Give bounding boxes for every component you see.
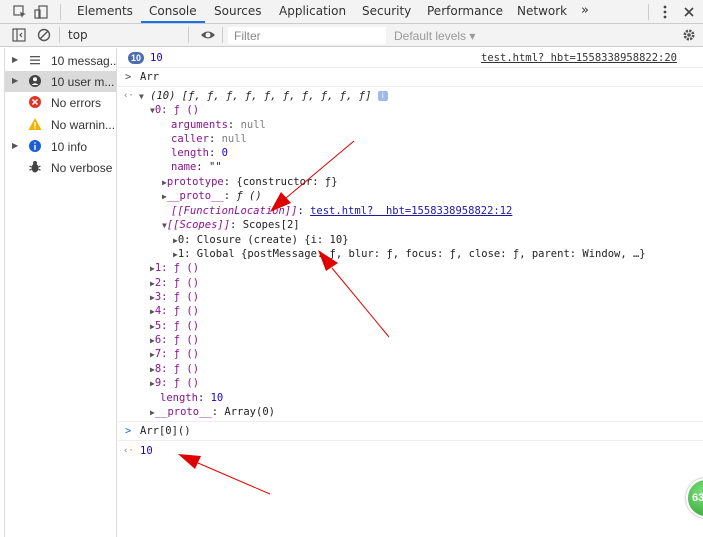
prop-function-location: [[FunctionLocation]]: test.html? hbt=155… <box>171 205 513 217</box>
sidebar-item-verbose[interactable]: No verbose <box>5 157 117 178</box>
function-location-link[interactable]: test.html? hbt=1558338958822:12 <box>310 205 512 217</box>
log-value: 10 <box>150 52 163 64</box>
prop-arguments: arguments: null <box>171 119 266 131</box>
scope-global[interactable]: ▶1: Global {postMessage: ƒ, blur: ƒ, foc… <box>173 247 646 261</box>
sidebar-item-label: No errors <box>51 96 102 110</box>
bug-icon <box>29 161 41 173</box>
prop-name: name: "" <box>171 161 222 173</box>
error-icon <box>29 96 41 108</box>
close-icon[interactable] <box>681 4 697 20</box>
console-output: 10 10 test.html? hbt=1558338958822:20 > … <box>118 48 703 537</box>
array-item-1[interactable]: ▶1: ƒ () <box>150 261 199 275</box>
more-tabs-button[interactable]: » <box>581 0 589 23</box>
prop-prototype[interactable]: ▶prototype: {constructor: ƒ} <box>162 175 338 189</box>
array-item-7[interactable]: ▶7: ƒ () <box>150 347 199 361</box>
prop-proto[interactable]: ▶__proto__: ƒ () <box>162 189 262 203</box>
result-arrow-icon: ‹· <box>123 446 134 456</box>
tab-sources[interactable]: Sources <box>214 0 261 23</box>
input-prompt-icon: > <box>125 425 132 437</box>
eye-icon[interactable] <box>200 27 216 43</box>
gear-icon[interactable] <box>681 27 697 43</box>
sidebar-item-label: 10 info <box>51 140 88 154</box>
info-badge-icon: i <box>377 91 388 101</box>
array-item-3[interactable]: ▶3: ƒ () <box>150 290 199 304</box>
repeat-count-badge: 10 <box>128 52 145 64</box>
tab-security[interactable]: Security <box>362 0 411 23</box>
console-toolbar: top Default levels ▾ <box>0 24 703 47</box>
sidebar-item-warnings[interactable]: No warnin... <box>5 114 117 135</box>
array-item-0[interactable]: ▼0: ƒ () <box>150 103 199 117</box>
result-value: 10 <box>140 445 153 457</box>
console-input: Arr <box>140 71 159 83</box>
log-levels-dropdown[interactable]: Default levels ▾ <box>394 29 475 43</box>
scope-closure[interactable]: ▶0: Closure (create) {i: 10} <box>173 233 349 247</box>
tab-elements[interactable]: Elements <box>77 0 133 23</box>
sidebar-item-errors[interactable]: No errors <box>5 92 117 113</box>
array-summary[interactable]: ▼ (10) [ƒ, ƒ, ƒ, ƒ, ƒ, ƒ, ƒ, ƒ, ƒ, ƒ] i <box>139 89 388 103</box>
list-icon <box>30 56 40 65</box>
expand-arrow-icon[interactable]: ▶ <box>12 76 18 85</box>
clear-console-icon[interactable] <box>36 27 52 43</box>
kebab-menu-icon[interactable] <box>657 4 673 20</box>
sidebar-item-info[interactable]: ▶ 10 info <box>5 136 117 157</box>
array-item-8[interactable]: ▶8: ƒ () <box>150 362 199 376</box>
array-item-5[interactable]: ▶5: ƒ () <box>150 319 199 333</box>
tab-console[interactable]: Console <box>141 0 205 23</box>
expand-arrow-icon[interactable]: ▶ <box>12 55 18 64</box>
array-item-6[interactable]: ▶6: ƒ () <box>150 333 199 347</box>
tab-application[interactable]: Application <box>279 0 346 23</box>
array-length: length: 10 <box>160 392 224 404</box>
array-item-9[interactable]: ▶9: ƒ () <box>150 376 199 390</box>
devtools-tab-bar: Elements Console Sources Application Sec… <box>0 0 703 24</box>
prop-length: length: 0 <box>171 147 228 159</box>
device-toolbar-icon[interactable] <box>33 4 49 20</box>
result-arrow-icon: ‹· <box>123 91 134 101</box>
prop-scopes[interactable]: ▼[[Scopes]]: Scopes[2] <box>162 218 300 232</box>
sidebar-item-label: 10 messag... <box>51 54 117 68</box>
sidebar-item-label: 10 user m... <box>51 75 115 89</box>
sidebar-item-label: No verbose <box>51 161 113 175</box>
array-proto[interactable]: ▶__proto__: Array(0) <box>150 405 275 419</box>
context-selector[interactable]: top <box>68 28 88 42</box>
sidebar-item-messages[interactable]: ▶ 10 messag... <box>5 50 117 71</box>
source-link[interactable]: test.html? hbt=1558338958822:20 <box>481 52 677 64</box>
array-item-4[interactable]: ▶4: ƒ () <box>150 304 199 318</box>
warning-icon <box>28 118 42 130</box>
console-sidebar: ▶ 10 messag... ▶ 10 user m... No errors … <box>4 48 117 537</box>
console-input: Arr[0]() <box>140 425 191 437</box>
info-icon <box>29 140 41 152</box>
prop-caller: caller: null <box>171 133 247 145</box>
expand-arrow-icon[interactable]: ▶ <box>12 141 18 150</box>
sidebar-toggle-icon[interactable] <box>11 27 27 43</box>
sidebar-item-user-messages[interactable]: ▶ 10 user m... <box>5 71 117 92</box>
tab-network[interactable]: Network <box>517 0 567 23</box>
filter-input[interactable] <box>228 27 386 44</box>
tab-performance[interactable]: Performance <box>427 0 503 23</box>
array-item-2[interactable]: ▶2: ƒ () <box>150 276 199 290</box>
user-icon <box>29 75 41 87</box>
sidebar-item-label: No warnin... <box>51 118 116 132</box>
input-prompt-icon: > <box>125 71 132 83</box>
inspect-element-icon[interactable] <box>12 4 28 20</box>
